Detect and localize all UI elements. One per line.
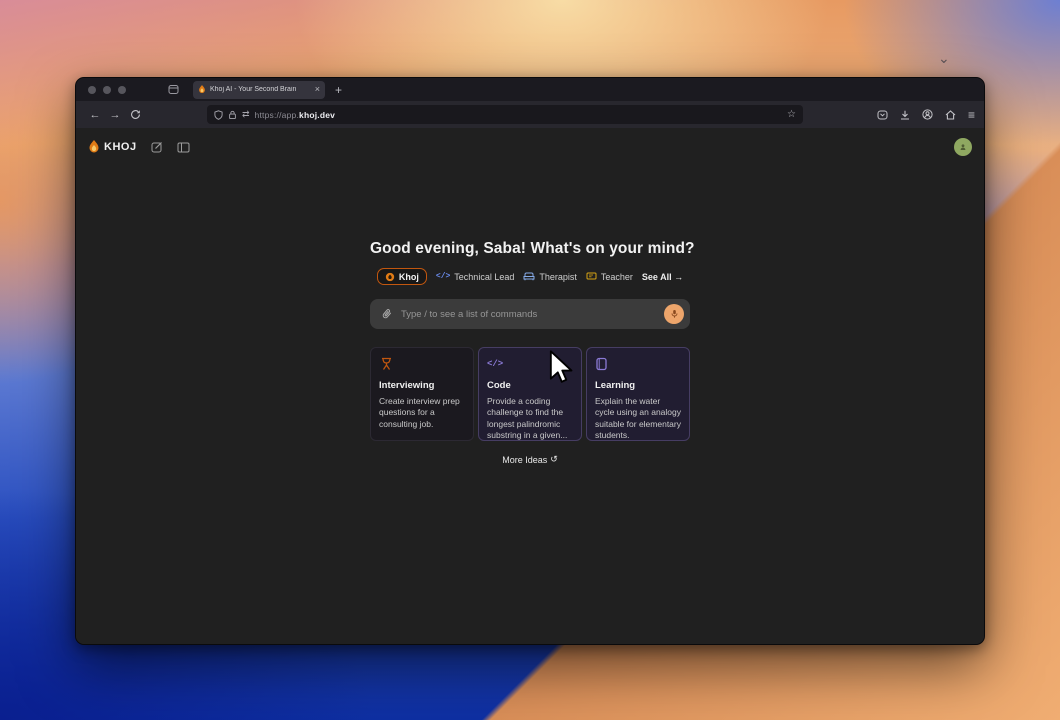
mouse-cursor (549, 350, 573, 383)
lock-icon[interactable] (228, 110, 237, 120)
suggestion-cards: Interviewing Create interview prep quest… (370, 347, 690, 441)
url-text[interactable]: https://app.khoj.dev (255, 110, 782, 120)
chat-input[interactable] (401, 308, 656, 320)
agent-pill-khoj[interactable]: Khoj (376, 268, 427, 285)
agent-pill-label: Therapist (539, 271, 577, 282)
more-ideas-button[interactable]: More Ideas ↺ (370, 454, 690, 465)
khoj-logo[interactable]: KHOJ (88, 140, 137, 154)
swap-arrows-icon[interactable]: ⇄ (242, 109, 250, 120)
tab-bar: Khoj AI - Your Second Brain × + (76, 78, 984, 101)
card-learning[interactable]: Learning Explain the water cycle using a… (586, 347, 690, 441)
khoj-page: KHOJ Good evening, Saba! What's on your … (76, 128, 984, 644)
couch-icon (523, 272, 535, 281)
back-button[interactable]: ← (85, 109, 105, 121)
url-domain: khoj.dev (299, 109, 336, 120)
card-title: Interviewing (379, 380, 435, 391)
app-header: KHOJ (76, 128, 984, 157)
khoj-agent-icon (385, 272, 395, 282)
tab-close-icon[interactable]: × (315, 85, 320, 94)
home-icon[interactable] (945, 109, 956, 120)
greeting-heading: Good evening, Saba! What's on your mind? (370, 240, 695, 257)
toolbar-right-icons: ≡ (877, 108, 975, 122)
browser-window: Khoj AI - Your Second Brain × + ← → ⇄ ht… (75, 77, 985, 645)
voice-mic-button[interactable] (664, 304, 684, 324)
book-icon (595, 357, 681, 371)
url-scheme: https://app. (254, 109, 300, 120)
refresh-icon: ↺ (550, 454, 558, 464)
agent-pills: Khoj </> Technical Lead Therapist Teache… (370, 268, 690, 285)
presentation-easel-icon (379, 357, 465, 371)
traffic-lights (88, 85, 126, 94)
card-title: Learning (595, 380, 636, 391)
browser-toolbar: ← → ⇄ https://app.khoj.dev ☆ ≡ (76, 101, 984, 128)
minimize-window-button[interactable] (103, 85, 111, 94)
new-chat-icon[interactable] (151, 141, 163, 153)
agent-pill-technical-lead[interactable]: </> Technical Lead (436, 272, 514, 282)
main-column: Good evening, Saba! What's on your mind?… (370, 240, 695, 465)
browser-tab[interactable]: Khoj AI - Your Second Brain × (193, 80, 325, 99)
agent-pill-label: Khoj (398, 271, 419, 282)
sidebar-toggle-icon[interactable] (177, 142, 190, 153)
new-tab-button[interactable]: + (335, 84, 342, 96)
bookmark-star-icon[interactable]: ☆ (787, 109, 796, 120)
agent-pill-label: Technical Lead (454, 271, 515, 282)
zoom-window-button[interactable] (118, 85, 126, 94)
firefox-view-icon[interactable] (168, 84, 179, 95)
url-bar[interactable]: ⇄ https://app.khoj.dev ☆ (207, 105, 803, 124)
shield-icon[interactable] (214, 109, 223, 120)
close-window-button[interactable] (88, 85, 96, 94)
attach-paperclip-icon[interactable] (381, 308, 393, 321)
account-icon[interactable] (922, 109, 933, 120)
card-description: Create interview prep questions for a co… (379, 396, 460, 429)
chevron-down-icon[interactable]: ⌄ (938, 50, 950, 67)
desktop-wallpaper: ⌄ Khoj AI - Your Second Brain × + ← → ⇄ … (0, 0, 1060, 720)
reload-button[interactable] (125, 109, 145, 120)
pocket-icon[interactable] (877, 110, 888, 120)
menu-icon[interactable]: ≡ (968, 108, 975, 122)
forward-button[interactable]: → (105, 109, 125, 121)
card-description: Explain the water cycle using an analogy… (595, 396, 682, 441)
card-interviewing[interactable]: Interviewing Create interview prep quest… (370, 347, 474, 441)
more-ideas-label: More Ideas (502, 454, 548, 465)
logo-text: KHOJ (104, 141, 137, 153)
tab-favicon-icon (198, 85, 206, 94)
agent-pill-teacher[interactable]: Teacher (586, 272, 633, 282)
flame-logo-icon (88, 140, 100, 154)
code-brackets-icon: </> (435, 272, 451, 281)
agent-pill-therapist[interactable]: Therapist (523, 272, 577, 282)
tab-title: Khoj AI - Your Second Brain (210, 86, 297, 93)
user-avatar[interactable] (954, 138, 972, 156)
card-description: Provide a coding challenge to find the l… (487, 396, 568, 441)
blackboard-icon (586, 272, 597, 281)
see-all-link[interactable]: See All → (642, 272, 683, 282)
downloads-icon[interactable] (900, 110, 910, 120)
agent-pill-label: Teacher (600, 271, 633, 282)
chat-input-bar[interactable] (370, 299, 690, 329)
